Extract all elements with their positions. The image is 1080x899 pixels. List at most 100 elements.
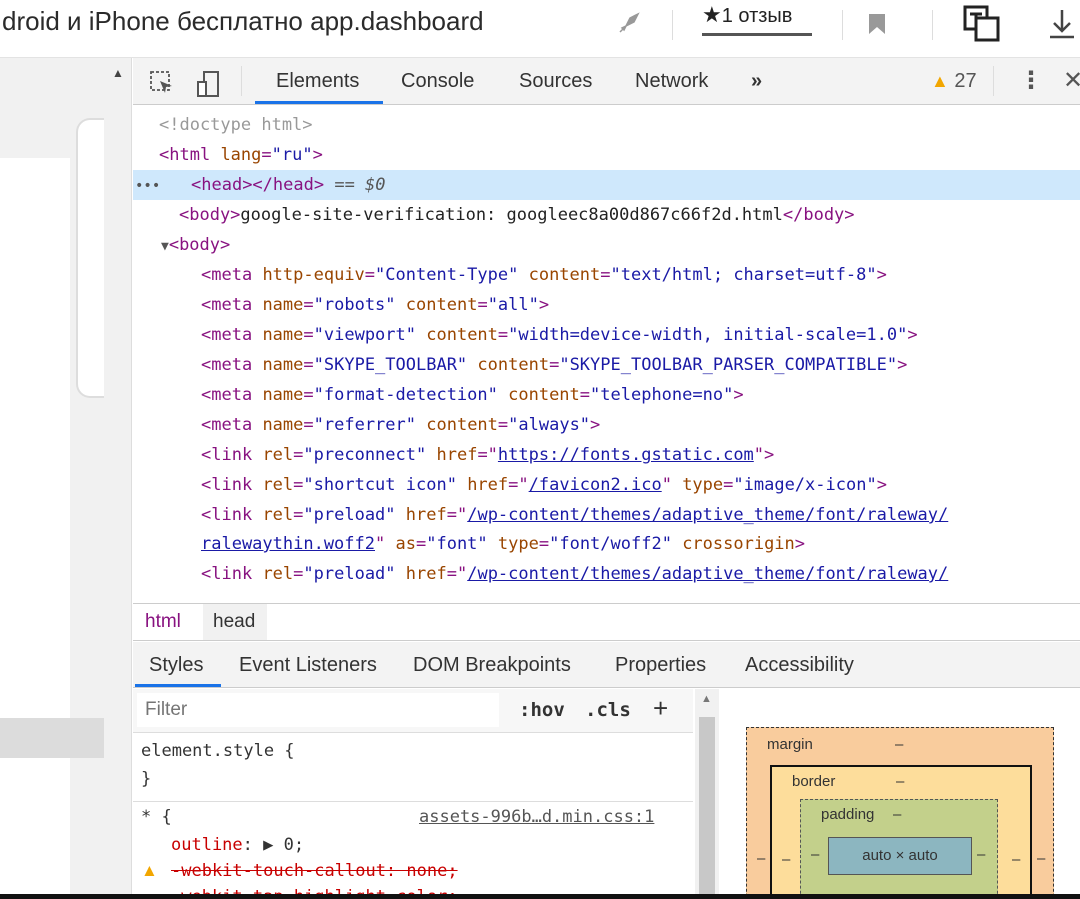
tab-styles[interactable]: Styles: [149, 654, 203, 677]
attr-value: "font": [426, 534, 488, 554]
reviews-button[interactable]: ★1 отзыв: [702, 2, 812, 36]
dom-node-head-selected[interactable]: ••• <head></head> == $0: [133, 170, 1080, 200]
breadcrumb-head[interactable]: head: [203, 604, 267, 640]
stylesheet-source-link[interactable]: assets-996b…d.min.css:1: [419, 807, 654, 827]
styles-scrollbar[interactable]: ▲: [695, 689, 719, 899]
rocket-icon[interactable]: [616, 10, 642, 43]
box-model-content[interactable]: auto × auto: [828, 837, 972, 875]
warnings-counter[interactable]: ▲ 27: [931, 70, 977, 93]
element-style-close: }: [141, 769, 152, 789]
scrollbar-thumb[interactable]: [699, 717, 715, 899]
new-style-rule-button[interactable]: +: [653, 693, 668, 724]
dom-node-link-preload[interactable]: <link rel="preload" href="/wp-content/th…: [133, 500, 1080, 530]
border-right-value: –: [1012, 851, 1021, 868]
attr-name: name: [262, 385, 304, 405]
browser-top-bar: droid и iPhone бесплатно app.dashboard ★…: [0, 0, 1080, 58]
attr-name: lang: [220, 145, 262, 165]
kebab-menu-icon[interactable]: ⋮: [1019, 66, 1043, 95]
href-link[interactable]: /wp-content/themes/adaptive_theme/font/r…: [467, 564, 948, 584]
attr-name: content: [528, 265, 601, 285]
sidebar-tabs: Styles Event Listeners DOM Breakpoints P…: [133, 642, 1080, 688]
dom-node-meta[interactable]: <meta name="SKYPE_TOOLBAR" content="SKYP…: [133, 350, 1080, 380]
tab-dom-breakpoints[interactable]: DOM Breakpoints: [413, 654, 571, 677]
hov-toggle[interactable]: :hov: [519, 699, 565, 721]
dom-node-meta[interactable]: <meta http-equiv="Content-Type" content=…: [133, 260, 1080, 290]
dom-node-link-preload-2[interactable]: <link rel="preload" href="/wp-content/th…: [133, 559, 1080, 589]
dom-node-doctype[interactable]: <!doctype html>: [133, 110, 1080, 140]
attr-value: "text/html; charset=utf-8": [610, 265, 877, 285]
tab-event-listeners[interactable]: Event Listeners: [239, 654, 377, 677]
dom-node-body-verification[interactable]: <body>google-site-verification: googleec…: [133, 200, 1080, 230]
element-style-selector[interactable]: element.style {: [141, 741, 295, 761]
separator: [672, 10, 673, 40]
styles-filter-input[interactable]: [137, 693, 499, 727]
dom-node-meta[interactable]: <meta name="format-detection" content="t…: [133, 380, 1080, 410]
bookmark-icon[interactable]: [866, 12, 888, 43]
attr-value: "Content-Type": [375, 265, 519, 285]
warning-count: 27: [954, 70, 977, 92]
attr-value: "preload": [303, 564, 396, 584]
attr-name: content: [405, 295, 478, 315]
outline-property[interactable]: outline: ▶ 0;: [171, 835, 304, 855]
href-link[interactable]: /wp-content/themes/adaptive_theme/font/r…: [467, 505, 948, 525]
dom-node-meta[interactable]: <meta name="referrer" content="always">: [133, 410, 1080, 440]
translate-icon[interactable]: [962, 4, 1004, 51]
tab-accessibility[interactable]: Accessibility: [745, 654, 854, 677]
download-icon[interactable]: [1048, 8, 1076, 47]
attr-value: "all": [487, 295, 539, 315]
page-title: droid и iPhone бесплатно app.dashboard: [2, 6, 484, 36]
close-icon[interactable]: ✕: [1063, 66, 1080, 95]
cls-toggle[interactable]: .cls: [585, 699, 631, 721]
page-scrollbar[interactable]: ▲: [104, 58, 132, 899]
margin-top-value: –: [895, 736, 904, 753]
tab-properties[interactable]: Properties: [615, 654, 706, 677]
inspect-element-icon[interactable]: [149, 70, 175, 102]
scroll-up-icon[interactable]: ▲: [701, 693, 712, 705]
scroll-up-icon[interactable]: ▲: [112, 66, 124, 80]
rule-divider: [133, 801, 693, 802]
expand-triangle-icon[interactable]: ▼: [161, 239, 169, 254]
tab-console[interactable]: Console: [401, 70, 474, 93]
ellipsis-icon[interactable]: •••: [135, 178, 160, 194]
attr-name: crossorigin: [682, 534, 795, 554]
tab-elements[interactable]: Elements: [276, 70, 359, 93]
dom-node-meta[interactable]: <meta name="viewport" content="width=dev…: [133, 320, 1080, 350]
eq-text: ==: [334, 175, 366, 195]
dom-node-link-preconnect[interactable]: <link rel="preconnect" href="https://fon…: [133, 440, 1080, 470]
attr-value: "viewport": [313, 325, 416, 345]
devtools-panel: Elements Console Sources Network » ▲ 27 …: [133, 58, 1080, 899]
attr-name: name: [262, 415, 304, 435]
callout-property-overridden[interactable]: -webkit-touch-callout: none;: [171, 861, 458, 881]
dom-node-link-favicon[interactable]: <link rel="shortcut icon" href="/favicon…: [133, 470, 1080, 500]
reviews-label: 1 отзыв: [721, 5, 793, 27]
tab-sources[interactable]: Sources: [519, 70, 592, 93]
href-link[interactable]: /favicon2.ico: [529, 475, 662, 495]
universal-selector[interactable]: * {: [141, 807, 172, 827]
margin-right-value: –: [1037, 850, 1046, 867]
padding-label: padding: [821, 806, 875, 823]
href-link[interactable]: ralewaythin.woff2: [201, 534, 375, 554]
margin-label: margin: [767, 736, 813, 753]
attr-value: "SKYPE_TOOLBAR": [313, 355, 468, 375]
more-tabs-button[interactable]: »: [751, 70, 762, 93]
border-top-value: –: [896, 773, 905, 790]
bottom-edge: [0, 894, 1080, 899]
attr-name: name: [262, 325, 304, 345]
padding-top-value: –: [893, 806, 902, 823]
dom-node-meta[interactable]: <meta name="robots" content="all">: [133, 290, 1080, 320]
property-name: outline: [171, 835, 243, 855]
attr-value: "format-detection": [313, 385, 498, 405]
dom-node-link-preload-cont[interactable]: ralewaythin.woff2" as="font" type="font/…: [133, 529, 1080, 559]
dom-node-html[interactable]: <html lang="ru">: [133, 140, 1080, 170]
device-toolbar-icon[interactable]: [195, 70, 223, 104]
tag-text: <body>: [179, 205, 241, 225]
breadcrumb-html[interactable]: html: [145, 611, 181, 633]
dom-node-body[interactable]: ▼<body>: [133, 230, 1080, 260]
property-value: : ▶ 0;: [242, 835, 305, 855]
filter-bar: :hov .cls +: [133, 689, 693, 733]
href-link[interactable]: https://fonts.gstatic.com: [498, 445, 754, 465]
tab-network[interactable]: Network: [635, 70, 708, 93]
page-decoration: [76, 118, 104, 398]
tag-text: <head></head>: [191, 175, 325, 195]
attr-value: "ru": [271, 145, 313, 165]
